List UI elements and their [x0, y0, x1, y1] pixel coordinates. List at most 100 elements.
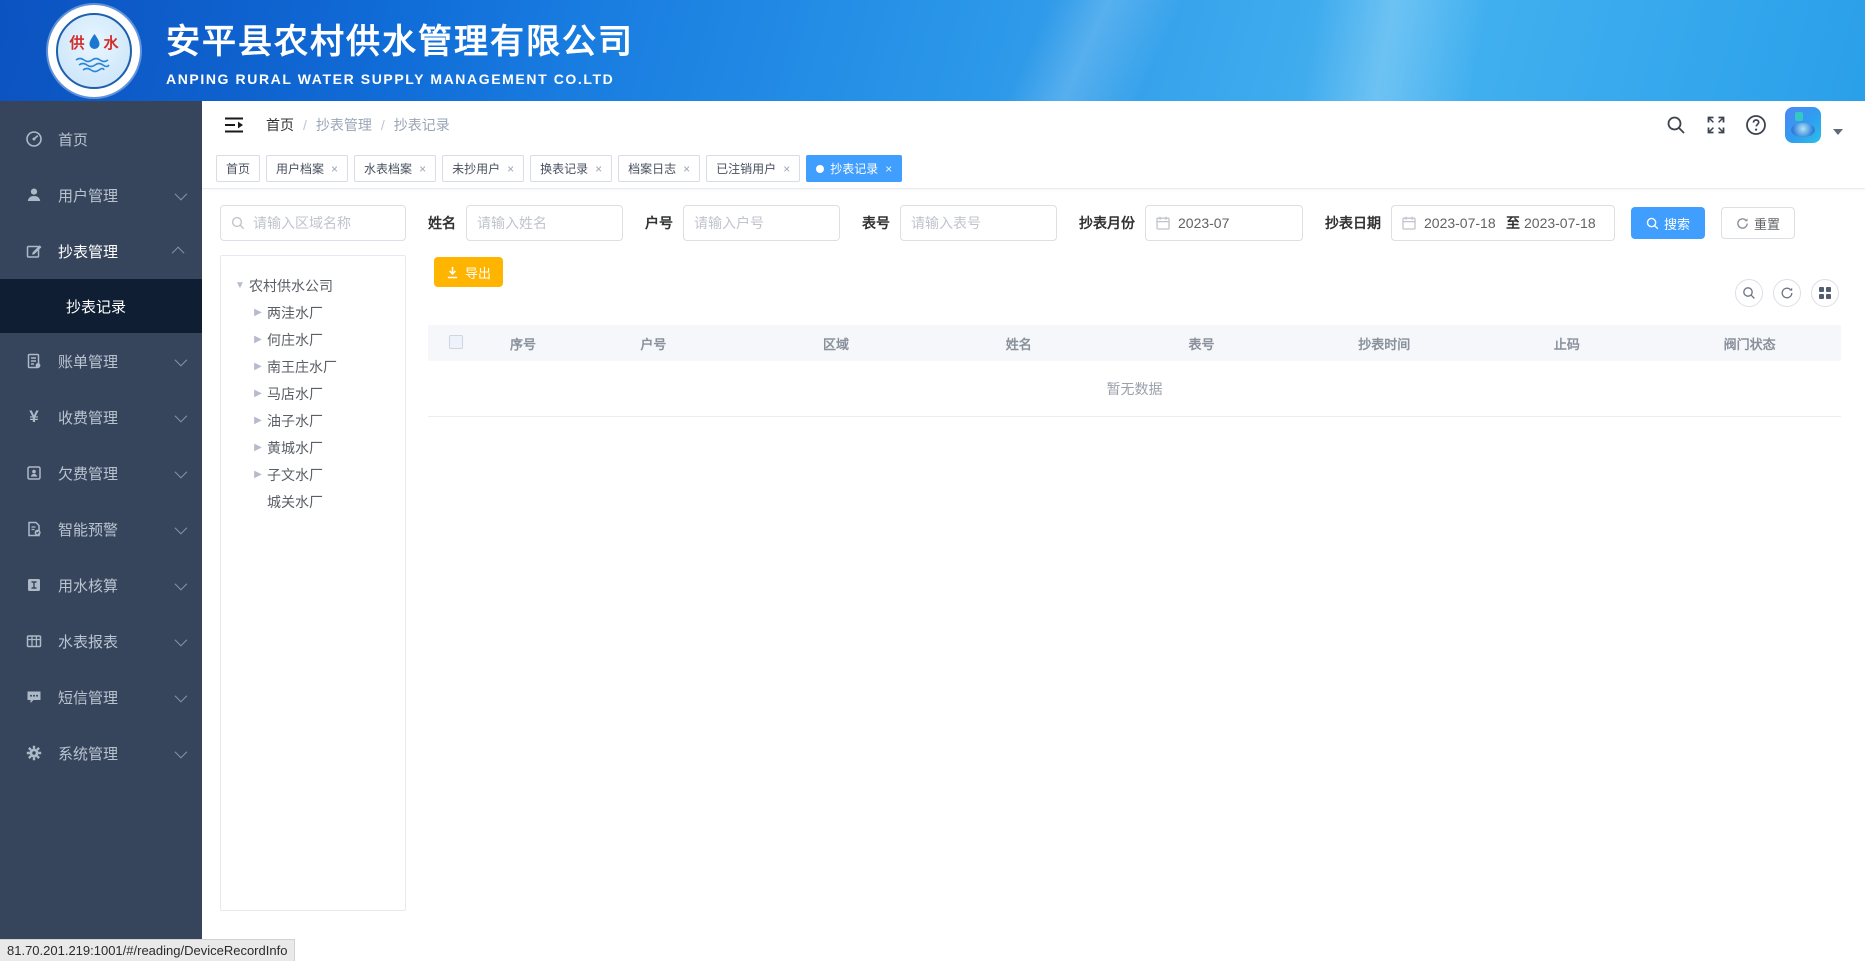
- tree-node[interactable]: ▶ 黄城水厂: [229, 434, 397, 461]
- alert-icon: [24, 519, 44, 539]
- caret-right-icon[interactable]: ▶: [251, 442, 265, 453]
- close-icon[interactable]: ×: [419, 163, 426, 175]
- search-icon[interactable]: [1665, 114, 1687, 136]
- caret-right-icon[interactable]: ▶: [251, 307, 265, 318]
- sidebar-item-fees[interactable]: ¥ 收费管理: [0, 389, 202, 445]
- account-field[interactable]: [683, 205, 840, 241]
- name-field[interactable]: [466, 205, 623, 241]
- area-search-field[interactable]: [220, 205, 406, 241]
- fullscreen-icon[interactable]: [1705, 114, 1727, 136]
- reset-button[interactable]: 重置: [1721, 207, 1796, 239]
- sidebar-item-system[interactable]: 系统管理: [0, 725, 202, 781]
- caret-right-icon[interactable]: ▶: [251, 415, 265, 426]
- tab-archive-logs[interactable]: 档案日志 ×: [618, 155, 701, 182]
- tree-node[interactable]: ▶ 两洼水厂: [229, 299, 397, 326]
- sidebar-item-sms[interactable]: 短信管理: [0, 669, 202, 725]
- chevron-down-icon: [174, 521, 188, 534]
- column-header-stop-code: 止码: [1553, 336, 1580, 352]
- caret-right-icon[interactable]: ▶: [251, 361, 265, 372]
- tab-meter-archive[interactable]: 水表档案 ×: [354, 155, 437, 182]
- company-subtitle: ANPING RURAL WATER SUPPLY MANAGEMENT CO.…: [166, 71, 615, 87]
- sidebar-collapse-icon[interactable]: [224, 115, 246, 135]
- sidebar-item-arrears[interactable]: 欠费管理: [0, 445, 202, 501]
- meter-input[interactable]: [911, 215, 1046, 231]
- report-icon: [24, 631, 44, 651]
- column-header-area: 区域: [823, 336, 850, 352]
- company-logo: 供 水: [48, 4, 140, 97]
- tab-user-archive[interactable]: 用户档案 ×: [266, 155, 349, 182]
- close-icon[interactable]: ×: [683, 163, 690, 175]
- date-range-picker[interactable]: 至: [1391, 205, 1615, 241]
- close-icon[interactable]: ×: [885, 163, 892, 175]
- edit-icon: [24, 241, 44, 261]
- tree-node[interactable]: ▶ 何庄水厂: [229, 326, 397, 353]
- sidebar-item-label: 智能预警: [58, 521, 119, 539]
- sidebar-item-home[interactable]: 首页: [0, 111, 202, 167]
- tab-cancelled-users[interactable]: 已注销用户 ×: [706, 155, 801, 182]
- export-button[interactable]: 导出: [434, 257, 504, 287]
- sidebar-item-meter-reports[interactable]: 水表报表: [0, 613, 202, 669]
- tab-meter-change-records[interactable]: 换表记录 ×: [530, 155, 613, 182]
- sidebar-item-label: 首页: [58, 131, 89, 149]
- tab-home[interactable]: 首页: [216, 155, 261, 182]
- area-search-input[interactable]: [253, 215, 395, 231]
- sidebar-item-bills[interactable]: 账单管理: [0, 333, 202, 389]
- tree-node-root[interactable]: ▼ 农村供水公司: [229, 272, 397, 299]
- tab-unread-users[interactable]: 未抄用户 ×: [442, 155, 525, 182]
- active-dot: [816, 164, 825, 173]
- close-icon[interactable]: ×: [595, 163, 602, 175]
- column-header-account: 户号: [640, 336, 667, 352]
- avatar-caret-down-icon[interactable]: [1833, 129, 1843, 135]
- records-panel: 导出 序号 户号 区域 姓名 表号 抄表时间 止码 阀门状态 暂无数据: [428, 255, 1841, 961]
- logo-char-right: 水: [103, 35, 119, 52]
- tree-node[interactable]: 城关水厂: [229, 488, 397, 515]
- app-header: 供 水 安平县农村供水管理有限公司 ANPING RURAL WATER SUP…: [0, 0, 1865, 101]
- sidebar-item-meter-management[interactable]: 抄表管理: [0, 223, 202, 279]
- account-label: 户号: [645, 215, 673, 231]
- select-all-checkbox[interactable]: [449, 334, 463, 349]
- tree-node[interactable]: ▶ 油子水厂: [229, 407, 397, 434]
- meter-label: 表号: [862, 215, 890, 231]
- table-header-row: 序号 户号 区域 姓名 表号 抄表时间 止码 阀门状态: [428, 325, 1841, 361]
- account-input[interactable]: [694, 215, 829, 231]
- avatar[interactable]: [1785, 107, 1821, 143]
- name-input[interactable]: [477, 215, 612, 231]
- tab-meter-records[interactable]: 抄表记录 ×: [806, 155, 903, 182]
- column-settings-icon[interactable]: [1811, 279, 1839, 307]
- sidebar-item-meter-records[interactable]: 抄表记录: [0, 279, 202, 333]
- month-picker[interactable]: [1145, 205, 1303, 241]
- search-icon: [231, 216, 245, 230]
- help-icon[interactable]: [1745, 114, 1767, 136]
- meter-field[interactable]: [900, 205, 1057, 241]
- date-end-input[interactable]: [1524, 215, 1602, 231]
- gear-icon: [24, 743, 44, 763]
- refresh-icon[interactable]: [1773, 279, 1801, 307]
- caret-right-icon[interactable]: ▶: [251, 388, 265, 399]
- caret-right-icon[interactable]: ▶: [251, 334, 265, 345]
- sidebar-item-alerts[interactable]: 智能预警: [0, 501, 202, 557]
- tree-node[interactable]: ▶ 南王庄水厂: [229, 353, 397, 380]
- water-drop-icon: [89, 34, 99, 49]
- breadcrumb-separator: /: [303, 117, 307, 133]
- search-button[interactable]: 搜索: [1631, 207, 1706, 239]
- sidebar-item-label: 用户管理: [58, 187, 119, 205]
- close-icon[interactable]: ×: [331, 163, 338, 175]
- tree-node[interactable]: ▶ 子文水厂: [229, 461, 397, 488]
- month-input[interactable]: [1178, 215, 1292, 231]
- sidebar-item-users[interactable]: 用户管理: [0, 167, 202, 223]
- yen-icon: ¥: [29, 407, 39, 426]
- calendar-icon: [1402, 216, 1416, 230]
- close-icon[interactable]: ×: [783, 163, 790, 175]
- caret-down-icon[interactable]: ▼: [233, 280, 247, 291]
- tab-bar: 首页 用户档案 × 水表档案 × 未抄用户 × 换表记录 × 档案日志 × 已注销用户 × …: [202, 149, 1865, 189]
- date-start-input[interactable]: [1424, 215, 1502, 231]
- breadcrumb-home[interactable]: 首页: [266, 115, 294, 135]
- table-search-icon[interactable]: [1735, 279, 1763, 307]
- tree-node[interactable]: ▶ 马店水厂: [229, 380, 397, 407]
- area-tree-panel: ▼ 农村供水公司 ▶ 两洼水厂 ▶ 何庄水厂 ▶ 南王庄水厂 ▶ 马店水厂 ▶ …: [220, 255, 406, 911]
- sidebar-item-label: 系统管理: [58, 745, 119, 763]
- caret-right-icon[interactable]: ▶: [251, 469, 265, 480]
- chevron-up-icon: [171, 246, 185, 259]
- close-icon[interactable]: ×: [507, 163, 514, 175]
- sidebar-item-water-accounting[interactable]: 用水核算: [0, 557, 202, 613]
